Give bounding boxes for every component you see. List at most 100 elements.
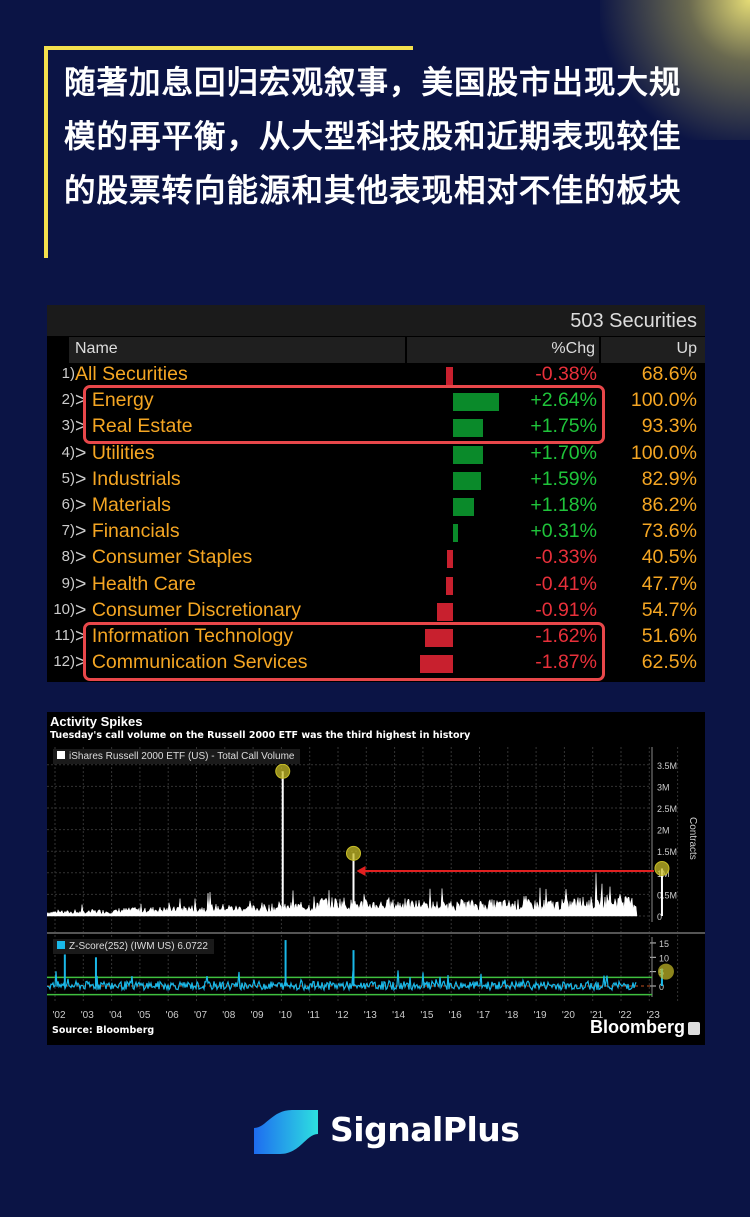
spike-marker [275, 763, 291, 779]
row-number: 9) [61, 574, 75, 592]
x-tick-label: '10 [279, 1010, 292, 1021]
legend-swatch [57, 941, 65, 949]
row-chg: +1.18% [530, 494, 597, 516]
signalplus-logo-icon [254, 1110, 318, 1154]
row-up: 93.3% [641, 415, 697, 438]
row-up: 68.6% [641, 363, 697, 385]
y-tick-label: 0.5M [657, 890, 677, 900]
row-number: 1) [61, 365, 75, 382]
activity-chart: 00.5M1M1.5M2M2.5M3M3.5MContracts051015'0… [47, 712, 705, 1045]
row-number: 10) [53, 600, 75, 618]
chg-bar [447, 550, 453, 569]
arrow-head-icon [356, 866, 366, 876]
legend-label: iShares Russell 2000 ETF (US) - Total Ca… [69, 751, 295, 762]
sector-name: Consumer Staples [91, 546, 253, 569]
zscore-series [47, 970, 637, 992]
col-name[interactable]: Name [69, 337, 405, 363]
row-up: 47.7% [641, 572, 697, 595]
sector-name: Health Care [91, 572, 196, 595]
table-row[interactable]: 10) > Consumer Discretionary -0.91% 54.7% [47, 599, 705, 625]
x-tick-label: '17 [477, 1010, 490, 1021]
row-name: All Securities [75, 363, 188, 386]
headline: 随著加息回归宏观叙事，美国股市出现大规模的再平衡，从大型科技股和近期表现较佳的股… [64, 65, 682, 209]
expand-chevron-icon[interactable]: > [75, 520, 86, 542]
spike-marker [654, 860, 670, 876]
y-tick-label: 10 [659, 953, 669, 963]
legend-swatch [57, 751, 65, 759]
expand-chevron-icon[interactable]: > [75, 573, 86, 595]
headline-bracket [44, 46, 413, 50]
expand-chevron-icon[interactable]: > [75, 494, 86, 516]
chg-bar [445, 576, 453, 595]
headline-bracket-vertical [44, 46, 48, 258]
chg-bar [446, 367, 453, 385]
col-up[interactable]: Up [601, 337, 705, 363]
row-up: 73.6% [641, 520, 697, 543]
x-tick-label: '02 [52, 1010, 65, 1021]
row-chg: -0.91% [535, 598, 597, 621]
chg-bar [437, 602, 453, 621]
x-tick-label: '20 [562, 1010, 575, 1021]
table-row[interactable]: 8) > Consumer Staples -0.33% 40.5% [47, 546, 705, 572]
sector-name: Consumer Discretionary [91, 598, 301, 621]
table-row[interactable]: 6) > Materials +1.18% 86.2% [47, 494, 705, 520]
row-number: 2) [61, 391, 75, 409]
chg-bar [453, 498, 474, 516]
row-number: 8) [61, 548, 75, 566]
expand-chevron-icon[interactable]: > [75, 442, 86, 464]
table-row[interactable]: 7) > Financials +0.31% 73.6% [47, 520, 705, 546]
legend-call-volume: iShares Russell 2000 ETF (US) - Total Ca… [53, 749, 301, 764]
row-name: > Health Care [75, 573, 196, 596]
spike-marker [657, 963, 674, 980]
chg-bar [453, 524, 459, 543]
legend-zscore: Z-Score(252) (IWM US) 6.0722 [53, 939, 214, 954]
expand-chevron-icon[interactable]: > [75, 468, 86, 490]
row-chg: +0.31% [530, 520, 597, 543]
row-name: > Consumer Staples [75, 546, 252, 569]
x-tick-label: '05 [137, 1010, 150, 1021]
table-row[interactable]: 9) > Health Care -0.41% 47.7% [47, 573, 705, 599]
row-name: > Financials [75, 520, 180, 543]
x-tick-label: '04 [109, 1010, 122, 1021]
row-number: 4) [61, 443, 75, 461]
signalplus-logo-text: SignalPlus [330, 1110, 520, 1149]
y-tick-label: 1.5M [657, 847, 677, 857]
chg-bar [453, 471, 481, 490]
y-tick-label: 2.5M [657, 804, 677, 814]
x-tick-label: '18 [505, 1010, 518, 1021]
sector-name: Materials [91, 494, 171, 516]
row-number: 6) [61, 496, 75, 513]
row-up: 54.7% [641, 598, 697, 621]
row-up: 51.6% [641, 625, 697, 647]
spike-marker [345, 845, 361, 861]
x-tick-label: '11 [308, 1010, 321, 1021]
x-tick-label: '15 [420, 1010, 433, 1021]
row-chg: -0.38% [535, 363, 597, 385]
row-up: 100.0% [630, 389, 697, 412]
highlight-box-top [83, 385, 605, 444]
x-tick-label: '19 [534, 1010, 547, 1021]
col-chg[interactable]: %Chg [407, 337, 599, 363]
row-up: 62.5% [641, 651, 697, 674]
y-axis-label: Contracts [687, 817, 698, 860]
row-number: 11) [54, 627, 75, 644]
expand-chevron-icon[interactable]: > [75, 599, 86, 621]
x-tick-label: '13 [364, 1010, 377, 1021]
y-tick-label: 15 [659, 939, 669, 949]
y-tick-label: 2M [657, 826, 670, 836]
bloomberg-logo: Bloomberg [589, 1017, 685, 1037]
row-number: 5) [61, 469, 75, 487]
chg-bar [453, 445, 483, 464]
x-tick-label: '14 [392, 1010, 405, 1021]
row-name: > Consumer Discretionary [75, 599, 301, 622]
chart-source: Source: Bloomberg [52, 1025, 155, 1036]
expand-chevron-icon[interactable]: > [75, 546, 86, 568]
row-number: 7) [61, 522, 75, 540]
x-tick-label: '12 [335, 1010, 348, 1021]
row-number: 3) [61, 417, 75, 435]
row-up: 86.2% [641, 494, 697, 516]
row-chg: +1.70% [530, 441, 597, 464]
x-tick-label: '03 [81, 1010, 94, 1021]
table-row[interactable]: 4) > Utilities +1.70% 100.0% [47, 442, 705, 468]
table-row[interactable]: 5) > Industrials +1.59% 82.9% [47, 468, 705, 494]
